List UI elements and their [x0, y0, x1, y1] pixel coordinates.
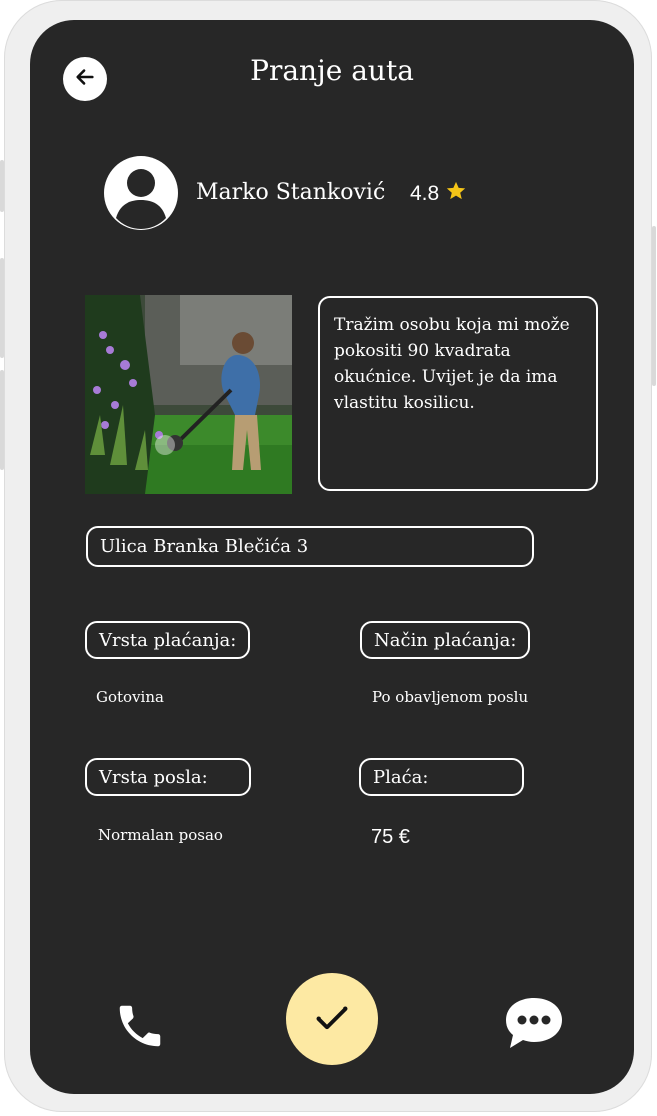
payment-type-label: Vrsta plaćanja:: [85, 621, 251, 659]
job-type-value: Normalan posao: [98, 826, 223, 844]
phone-frame: Pranje auta Marko Stanković 4.8 Tražim o…: [0, 0, 656, 1112]
user-icon: [116, 169, 166, 229]
side-button: [652, 226, 656, 386]
job-description: Tražim osobu koja mi može pokositi 90 kv…: [318, 296, 598, 491]
user-rating: 4.8: [410, 180, 467, 208]
job-photo: [85, 295, 292, 494]
checkmark-icon: [312, 997, 352, 1041]
phone-icon: [113, 999, 167, 1057]
accept-job-button[interactable]: [286, 973, 378, 1065]
rating-value: 4.8: [410, 182, 440, 205]
side-button: [0, 160, 4, 212]
user-name: Marko Stanković: [196, 180, 386, 205]
payment-method-label: Način plaćanja:: [360, 621, 531, 659]
salary-value: 75 €: [371, 826, 410, 848]
star-icon: [445, 180, 467, 208]
avatar[interactable]: [104, 156, 178, 230]
chat-button[interactable]: [502, 996, 566, 1054]
page-title: Pranje auta: [250, 54, 414, 87]
payment-method-value: Po obavljenom poslu: [372, 688, 529, 706]
payment-type-value: Gotovina: [96, 688, 164, 706]
side-button: [0, 370, 4, 470]
salary-label: Plaća:: [359, 758, 524, 796]
app-screen: Pranje auta Marko Stanković 4.8 Tražim o…: [30, 20, 634, 1094]
job-type-label: Vrsta posla:: [85, 758, 251, 796]
call-button[interactable]: [112, 1000, 168, 1056]
chat-bubble-icon: [502, 994, 566, 1056]
side-button: [0, 258, 4, 358]
address-field: Ulica Branka Blečića 3: [86, 526, 534, 567]
